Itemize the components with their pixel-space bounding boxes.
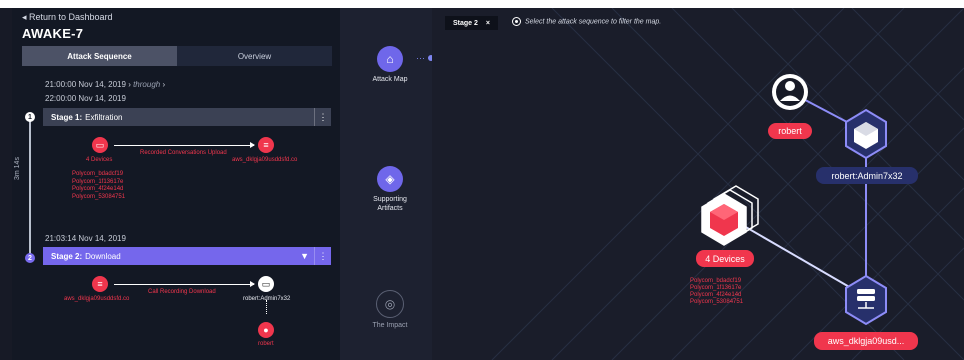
map-device-list: Polycom_bdadcf19 Polycom_1f13617e Polyco… <box>690 278 743 306</box>
map-device-item: Polycom_4f24e14d <box>690 292 742 298</box>
devices-node-label[interactable]: 4 Devices <box>696 250 754 267</box>
map-hint-text: Select the attack sequence to filter the… <box>525 18 662 26</box>
host-node-label[interactable]: robert:Admin7x32 <box>816 167 918 184</box>
server-node-label[interactable]: aws_dklgja09usd... <box>814 332 918 350</box>
map-device-item: Polycom_1f13617e <box>690 285 742 291</box>
map-device-item: Polycom_bdadcf19 <box>690 278 742 284</box>
chip-close-icon[interactable]: × <box>486 20 490 27</box>
devices-node-icon <box>701 185 759 246</box>
user-node-label[interactable]: robert <box>768 123 812 139</box>
map-hint: Select the attack sequence to filter the… <box>512 17 661 26</box>
stage-filter-chip[interactable]: Stage 2 × <box>445 16 498 30</box>
chip-label: Stage 2 <box>453 19 478 27</box>
radio-icon <box>512 17 521 26</box>
map-device-item: Polycom_53084751 <box>690 299 744 305</box>
